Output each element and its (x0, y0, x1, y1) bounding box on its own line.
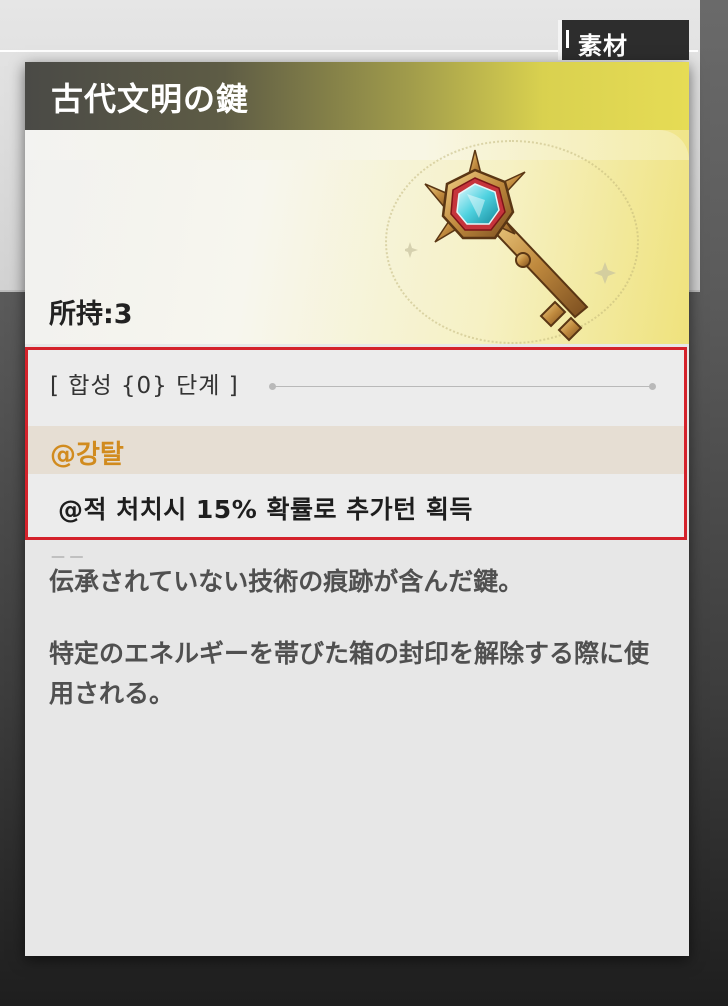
skill-row: @강탈 (28, 426, 684, 474)
description-line-1: 伝承されていない技術の痕跡が含んだ鍵。 (49, 567, 524, 596)
synthesis-panel: [ 합성 {0} 단계 ] @강탈 @적 처치시 15% 확률로 추가턴 획득 (25, 347, 687, 540)
ancient-key-icon (405, 149, 616, 342)
divider-dot (649, 383, 656, 390)
skill-effect: @적 처치시 15% 확률로 추가턴 획득 (58, 495, 473, 524)
item-name: 古代文明の鍵 (51, 80, 250, 118)
header-divider (269, 383, 656, 390)
title-bar: 古代文明の鍵 (25, 62, 689, 130)
category-tag: 素材 (558, 20, 689, 60)
synthesis-header: [ 합성 {0} 단계 ] (50, 373, 239, 399)
item-detail-card: 古代文明の鍵 所持:3 [합성 {0} 단계] @강탈 @적 처치시 15%… (25, 62, 689, 956)
item-hero: 所持:3 (25, 130, 689, 344)
item-description: 伝承されていない技術の痕跡が含んだ鍵。 特定のエネルギーを帯びた箱の封印を解除す… (49, 562, 669, 746)
description-line-2: 特定のエネルギーを帯びた箱の封印を解除する際に使用される。 (49, 639, 650, 708)
skill-name: @강탈 (50, 440, 124, 470)
divider-dot (269, 383, 276, 390)
owned-count: 所持:3 (49, 299, 133, 330)
category-label: 素材 (578, 32, 628, 60)
category-tick (566, 30, 569, 48)
